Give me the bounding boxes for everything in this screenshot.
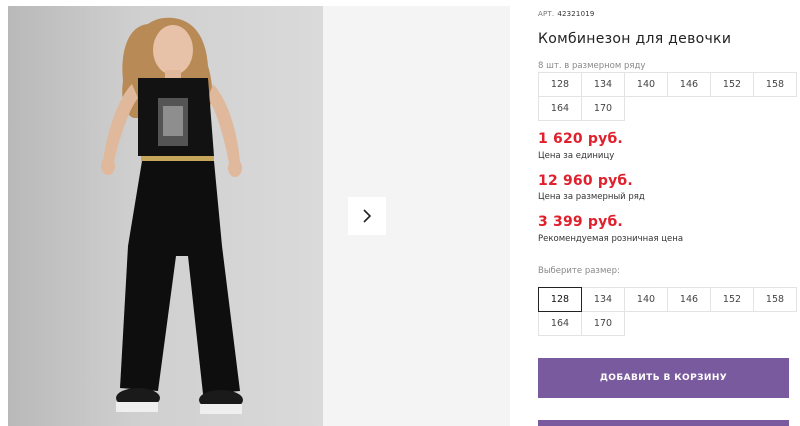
add-to-cart-button[interactable]: ДОБАВИТЬ В КОРЗИНУ bbox=[538, 358, 789, 398]
article-value: 42321019 bbox=[557, 10, 595, 18]
unit-price-caption: Цена за единицу bbox=[538, 151, 615, 161]
product-photo bbox=[8, 6, 323, 426]
secondary-button-edge[interactable] bbox=[538, 420, 789, 426]
product-gallery bbox=[8, 6, 510, 426]
size-option[interactable]: 170 bbox=[581, 311, 625, 336]
product-title: Комбинезон для девочки bbox=[538, 31, 732, 47]
row-price: 12 960 руб. bbox=[538, 173, 633, 189]
pack-size-cell: 140 bbox=[624, 72, 668, 97]
chevron-right-icon bbox=[363, 209, 372, 223]
pack-size-cell: 158 bbox=[753, 72, 797, 97]
row-price-caption: Цена за размерный ряд bbox=[538, 192, 645, 202]
retail-price-caption: Рекомендуемая розничная цена bbox=[538, 234, 684, 244]
size-option[interactable]: 146 bbox=[667, 287, 711, 312]
pack-caption: 8 шт. в размерном ряду bbox=[538, 61, 646, 71]
size-option[interactable]: 134 bbox=[581, 287, 625, 312]
pack-size-cell: 152 bbox=[710, 72, 754, 97]
pack-size-cell: 128 bbox=[538, 72, 582, 97]
pack-size-cell: 170 bbox=[581, 96, 625, 121]
product-photo-illustration bbox=[101, 17, 243, 414]
article-label: АРТ. bbox=[538, 10, 555, 18]
size-option[interactable]: 164 bbox=[538, 311, 582, 336]
pack-size-cell: 146 bbox=[667, 72, 711, 97]
retail-price: 3 399 руб. bbox=[538, 214, 623, 230]
size-option[interactable]: 158 bbox=[753, 287, 797, 312]
size-selector: 128 134 140 146 152 158 164 170 bbox=[538, 287, 797, 336]
pack-size-cell: 164 bbox=[538, 96, 582, 121]
pack-size-grid: 128 134 140 146 152 158 164 170 bbox=[538, 72, 797, 121]
unit-price: 1 620 руб. bbox=[538, 131, 623, 147]
gallery-next-button[interactable] bbox=[348, 197, 386, 235]
pack-size-cell: 134 bbox=[581, 72, 625, 97]
article-number: АРТ. 42321019 bbox=[538, 10, 595, 18]
size-option-selected[interactable]: 128 bbox=[538, 287, 582, 312]
size-option[interactable]: 152 bbox=[710, 287, 754, 312]
select-size-caption: Выберите размер: bbox=[538, 266, 620, 276]
size-option[interactable]: 140 bbox=[624, 287, 668, 312]
product-page: АРТ. 42321019 Комбинезон для девочки 8 шт… bbox=[0, 0, 800, 426]
